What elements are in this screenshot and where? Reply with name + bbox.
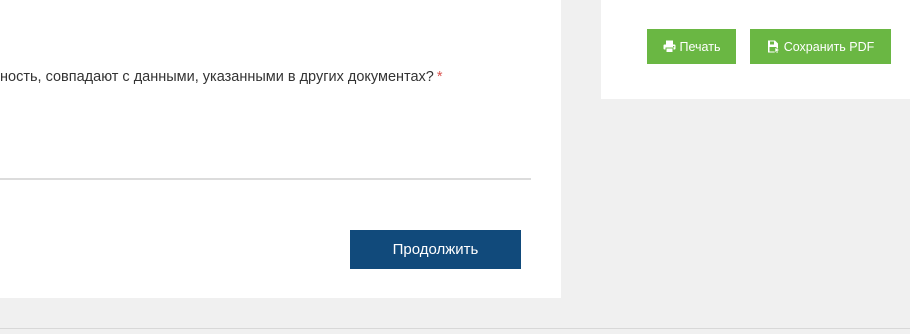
save-pdf-label: Сохранить PDF: [783, 39, 875, 54]
print-icon: [663, 40, 676, 53]
continue-button[interactable]: Продолжить: [350, 230, 521, 269]
bottom-divider: [0, 328, 910, 329]
side-panel: Печать Сохранить PDF: [601, 0, 910, 99]
form-card: ность, совпадают с данными, указанными в…: [0, 0, 561, 298]
divider: [0, 178, 531, 180]
required-asterisk: *: [436, 69, 443, 85]
question-text: ность, совпадают с данными, указанными в…: [0, 69, 434, 85]
print-button[interactable]: Печать: [647, 29, 736, 64]
question-label: ность, совпадают с данными, указанными в…: [0, 67, 561, 87]
save-pdf-button[interactable]: Сохранить PDF: [750, 29, 891, 64]
print-label: Печать: [679, 39, 721, 54]
save-file-icon: [767, 40, 780, 53]
